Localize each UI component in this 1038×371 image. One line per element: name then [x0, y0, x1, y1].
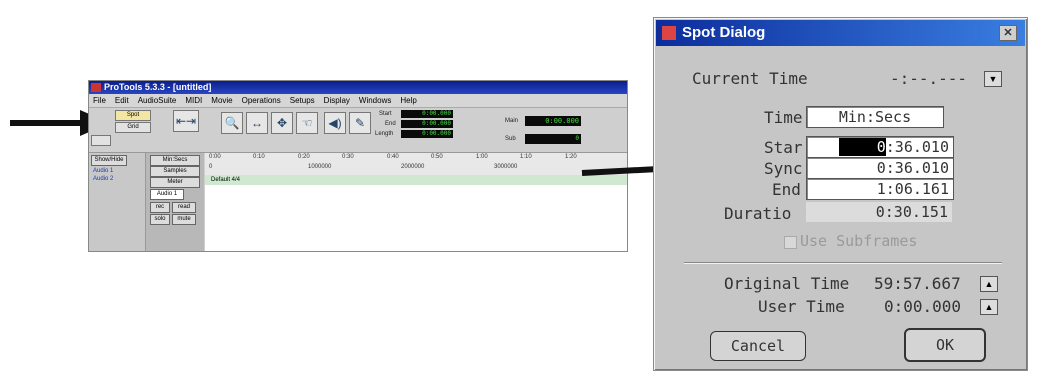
dialog-app-icon: [662, 26, 676, 40]
menu-midi[interactable]: MIDI: [185, 96, 202, 105]
length-label: Length: [375, 131, 394, 137]
time-format-label: Time: [764, 108, 803, 127]
dialog-divider: [684, 262, 1002, 264]
zoom-tool-icon[interactable]: 🔍: [221, 112, 243, 134]
menu-movie[interactable]: Movie: [211, 96, 232, 105]
start-field-label: Star: [764, 138, 803, 157]
protools-window: ProTools 5.3.3 - [untitled] File Edit Audi…: [88, 80, 628, 252]
sync-field[interactable]: 0:36.010: [806, 157, 954, 179]
track-playlist-area[interactable]: [205, 185, 627, 251]
track-audio-1[interactable]: Audio 1: [93, 168, 113, 174]
protools-title-bar: ProTools 5.3.3 - [untitled]: [89, 81, 627, 94]
duration-field-label: Duratio: [724, 204, 792, 223]
solo-button[interactable]: solo: [150, 214, 170, 225]
menu-setups[interactable]: Setups: [290, 96, 315, 105]
ruler-tick: 0:10: [253, 154, 265, 160]
original-time-up-icon[interactable]: ▲: [980, 276, 998, 292]
spot-mode-button[interactable]: Spot: [115, 110, 151, 121]
rec-button[interactable]: rec: [150, 202, 170, 213]
mute-button[interactable]: mute: [172, 214, 196, 225]
start-field-value: :36.010: [885, 138, 949, 156]
current-time-label: Current Time: [692, 69, 808, 88]
user-time-up-icon[interactable]: ▲: [980, 299, 998, 315]
left-arrow-shaft: [10, 120, 82, 126]
ruler-tick: 0:30: [342, 154, 354, 160]
end-field[interactable]: 1:06.161: [806, 178, 954, 200]
track-audio-2[interactable]: Audio 2: [93, 176, 113, 182]
timescale-samples[interactable]: Samples: [150, 166, 200, 177]
menu-help[interactable]: Help: [400, 96, 416, 105]
subframes-checkbox[interactable]: [784, 236, 797, 249]
menu-operations[interactable]: Operations: [242, 96, 281, 105]
pencil-tool-icon[interactable]: ✎: [349, 112, 371, 134]
menu-windows[interactable]: Windows: [359, 96, 391, 105]
ruler-tick: 1:00: [476, 154, 488, 160]
select-tool-icon[interactable]: ↔: [246, 112, 268, 134]
samples-tick: 2000000: [401, 164, 425, 170]
speaker-tool-icon[interactable]: ◀): [324, 112, 346, 134]
start-field-selected: 0: [838, 138, 886, 156]
start-field[interactable]: 0:36.010: [806, 136, 954, 158]
cancel-button[interactable]: Cancel: [710, 331, 806, 361]
original-time-label: Original Time: [724, 274, 850, 293]
scrubber-tool-icon[interactable]: ☜: [296, 112, 318, 134]
trim-tool-icon[interactable]: ⇤⇥: [173, 110, 199, 132]
protools-app-icon: [91, 83, 101, 92]
ruler-tick: 1:10: [520, 154, 532, 160]
grabber-tool-icon[interactable]: ✥: [271, 112, 293, 134]
time-format-select[interactable]: Min:Secs: [806, 106, 944, 128]
ruler-tick: 1:20: [565, 154, 577, 160]
sub-counter-label: Sub: [505, 136, 516, 142]
menu-audiosuite[interactable]: AudioSuite: [138, 96, 177, 105]
user-time-label: User Time: [758, 297, 845, 316]
current-time-dropdown-icon[interactable]: ▼: [984, 71, 1002, 87]
close-icon[interactable]: ✕: [999, 25, 1017, 41]
dialog-title-bar: Spot Dialog ✕: [656, 20, 1025, 46]
protools-toolbar: Spot Grid ⇤⇥ 🔍 ↔ ✥ ☜ ◀) ✎ Start End Leng…: [89, 108, 627, 153]
grid-mode-button[interactable]: Grid: [115, 122, 151, 133]
end-counter[interactable]: 0:00.000: [401, 120, 453, 128]
samples-tick: 0: [209, 164, 213, 170]
original-time-value: 59:57.667: [874, 274, 961, 293]
length-counter[interactable]: 0:00.000: [401, 130, 453, 138]
ok-button[interactable]: OK: [904, 328, 986, 362]
protools-menu-bar: File Edit AudioSuite MIDI Movie Operations Set…: [89, 94, 627, 108]
spot-dialog: Spot Dialog ✕ Current Time -:--.--- ▼ Ti…: [653, 17, 1028, 371]
sub-counter[interactable]: 0: [525, 134, 581, 144]
ruler-tick: 0:20: [298, 154, 310, 160]
end-field-label: End: [772, 180, 801, 199]
track-list-panel: Show/Hide Audio 1 Audio 2: [89, 153, 146, 251]
timescale-min-secs[interactable]: Min:Secs: [150, 155, 200, 166]
main-counter[interactable]: 0:00.000: [525, 116, 581, 126]
user-time-value: 0:00.000: [884, 297, 962, 316]
timescale-meter[interactable]: Meter: [150, 177, 200, 188]
nudge-button[interactable]: [91, 135, 111, 146]
start-counter[interactable]: 0:00.000: [401, 110, 453, 118]
ruler-tick: 0:00: [209, 154, 221, 160]
track-name-field[interactable]: Audio 1: [150, 189, 184, 200]
track-mixer-strip: Min:Secs Samples Meter Audio 1 rec read …: [146, 153, 204, 251]
menu-edit[interactable]: Edit: [115, 96, 129, 105]
dialog-title: Spot Dialog: [682, 24, 766, 41]
read-button[interactable]: read: [172, 202, 196, 213]
menu-display[interactable]: Display: [324, 96, 350, 105]
samples-tick: 3000000: [494, 164, 518, 170]
timeline-ruler: 0:00 0:10 0:20 0:30 0:40 0:50 1:00 1:10 …: [205, 153, 627, 175]
show-hide-button[interactable]: Show/Hide: [91, 155, 127, 166]
menu-file[interactable]: File: [93, 96, 106, 105]
main-counter-label: Main: [505, 118, 519, 124]
ruler-tick: 0:50: [431, 154, 443, 160]
meter-ruler: Default 4/4: [205, 175, 627, 185]
sync-field-label: Sync: [764, 159, 803, 178]
start-label: Start: [379, 111, 392, 117]
samples-tick: 1000000: [308, 164, 332, 170]
current-time-value: -:--.---: [890, 69, 968, 88]
ruler-tick: 0:40: [387, 154, 399, 160]
subframes-label: Use Subframes: [800, 232, 918, 250]
end-label: End: [385, 121, 396, 127]
duration-value: 0:30.151: [806, 202, 952, 222]
protools-title: ProTools 5.3.3 - [untitled]: [104, 82, 212, 92]
